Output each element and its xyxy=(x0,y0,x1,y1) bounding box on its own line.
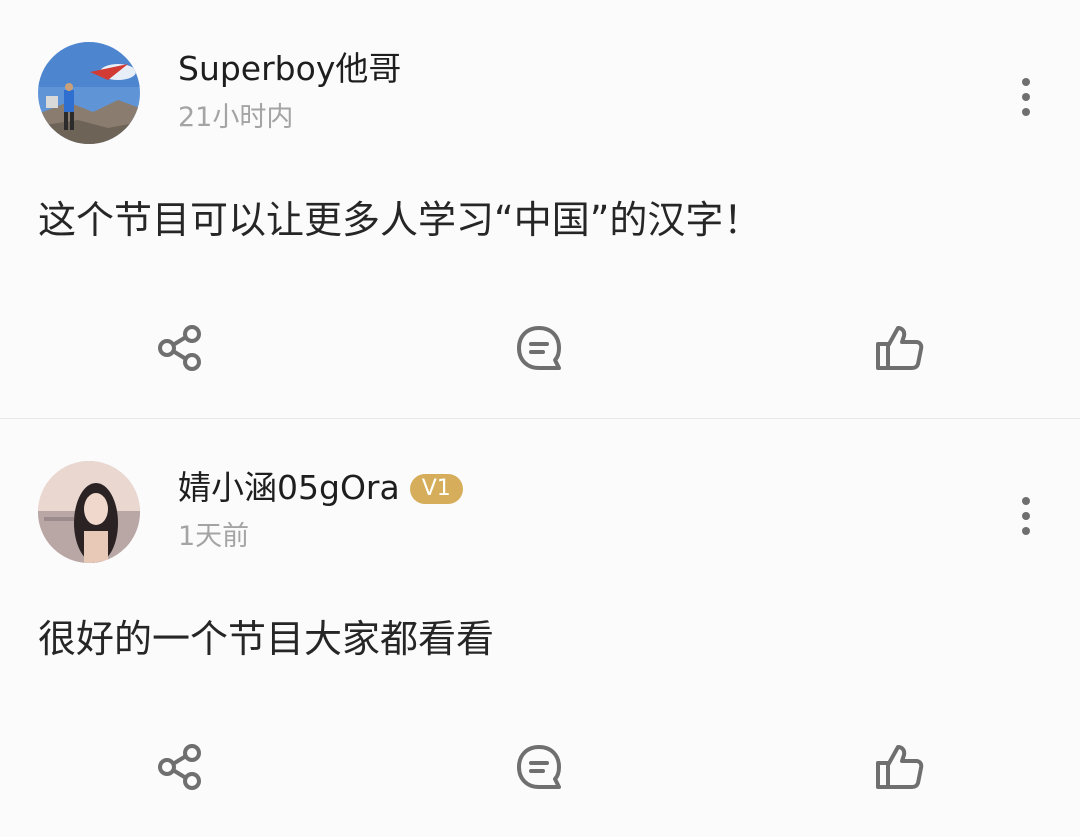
username[interactable]: 婧小涵05gOra V1 xyxy=(178,469,463,507)
level-badge: V1 xyxy=(409,474,463,504)
comment-icon xyxy=(517,326,561,370)
like-button[interactable] xyxy=(872,320,928,376)
share-icon xyxy=(158,744,201,790)
comment-card: Superboy他哥 21小时内 这个节目可以让更多人学习“中国”的汉字！ xyxy=(0,0,1080,418)
share-button[interactable] xyxy=(152,320,208,376)
avatar[interactable] xyxy=(38,42,140,144)
timestamp: 1天前 xyxy=(178,521,250,552)
username[interactable]: Superboy他哥 xyxy=(178,50,401,88)
thumbs-up-icon xyxy=(876,745,924,789)
like-button[interactable] xyxy=(872,739,928,795)
thumbs-up-icon xyxy=(876,326,924,370)
comment-text: 这个节目可以让更多人学习“中国”的汉字！ xyxy=(38,198,762,242)
comment-text: 很好的一个节目大家都看看 xyxy=(38,617,495,661)
username-text[interactable]: 婧小涵05gOra xyxy=(178,468,400,507)
share-icon xyxy=(158,325,201,371)
more-vertical-icon[interactable] xyxy=(1008,78,1044,118)
username-text[interactable]: Superboy他哥 xyxy=(178,49,401,88)
avatar[interactable] xyxy=(38,461,140,563)
share-button[interactable] xyxy=(152,739,208,795)
comment-button[interactable] xyxy=(511,739,567,795)
timestamp: 21小时内 xyxy=(178,102,294,133)
comment-icon xyxy=(517,745,561,789)
comment-card: 婧小涵05gOra V1 1天前 很好的一个节目大家都看看 xyxy=(0,418,1080,837)
more-vertical-icon[interactable] xyxy=(1008,497,1044,537)
comment-button[interactable] xyxy=(511,320,567,376)
